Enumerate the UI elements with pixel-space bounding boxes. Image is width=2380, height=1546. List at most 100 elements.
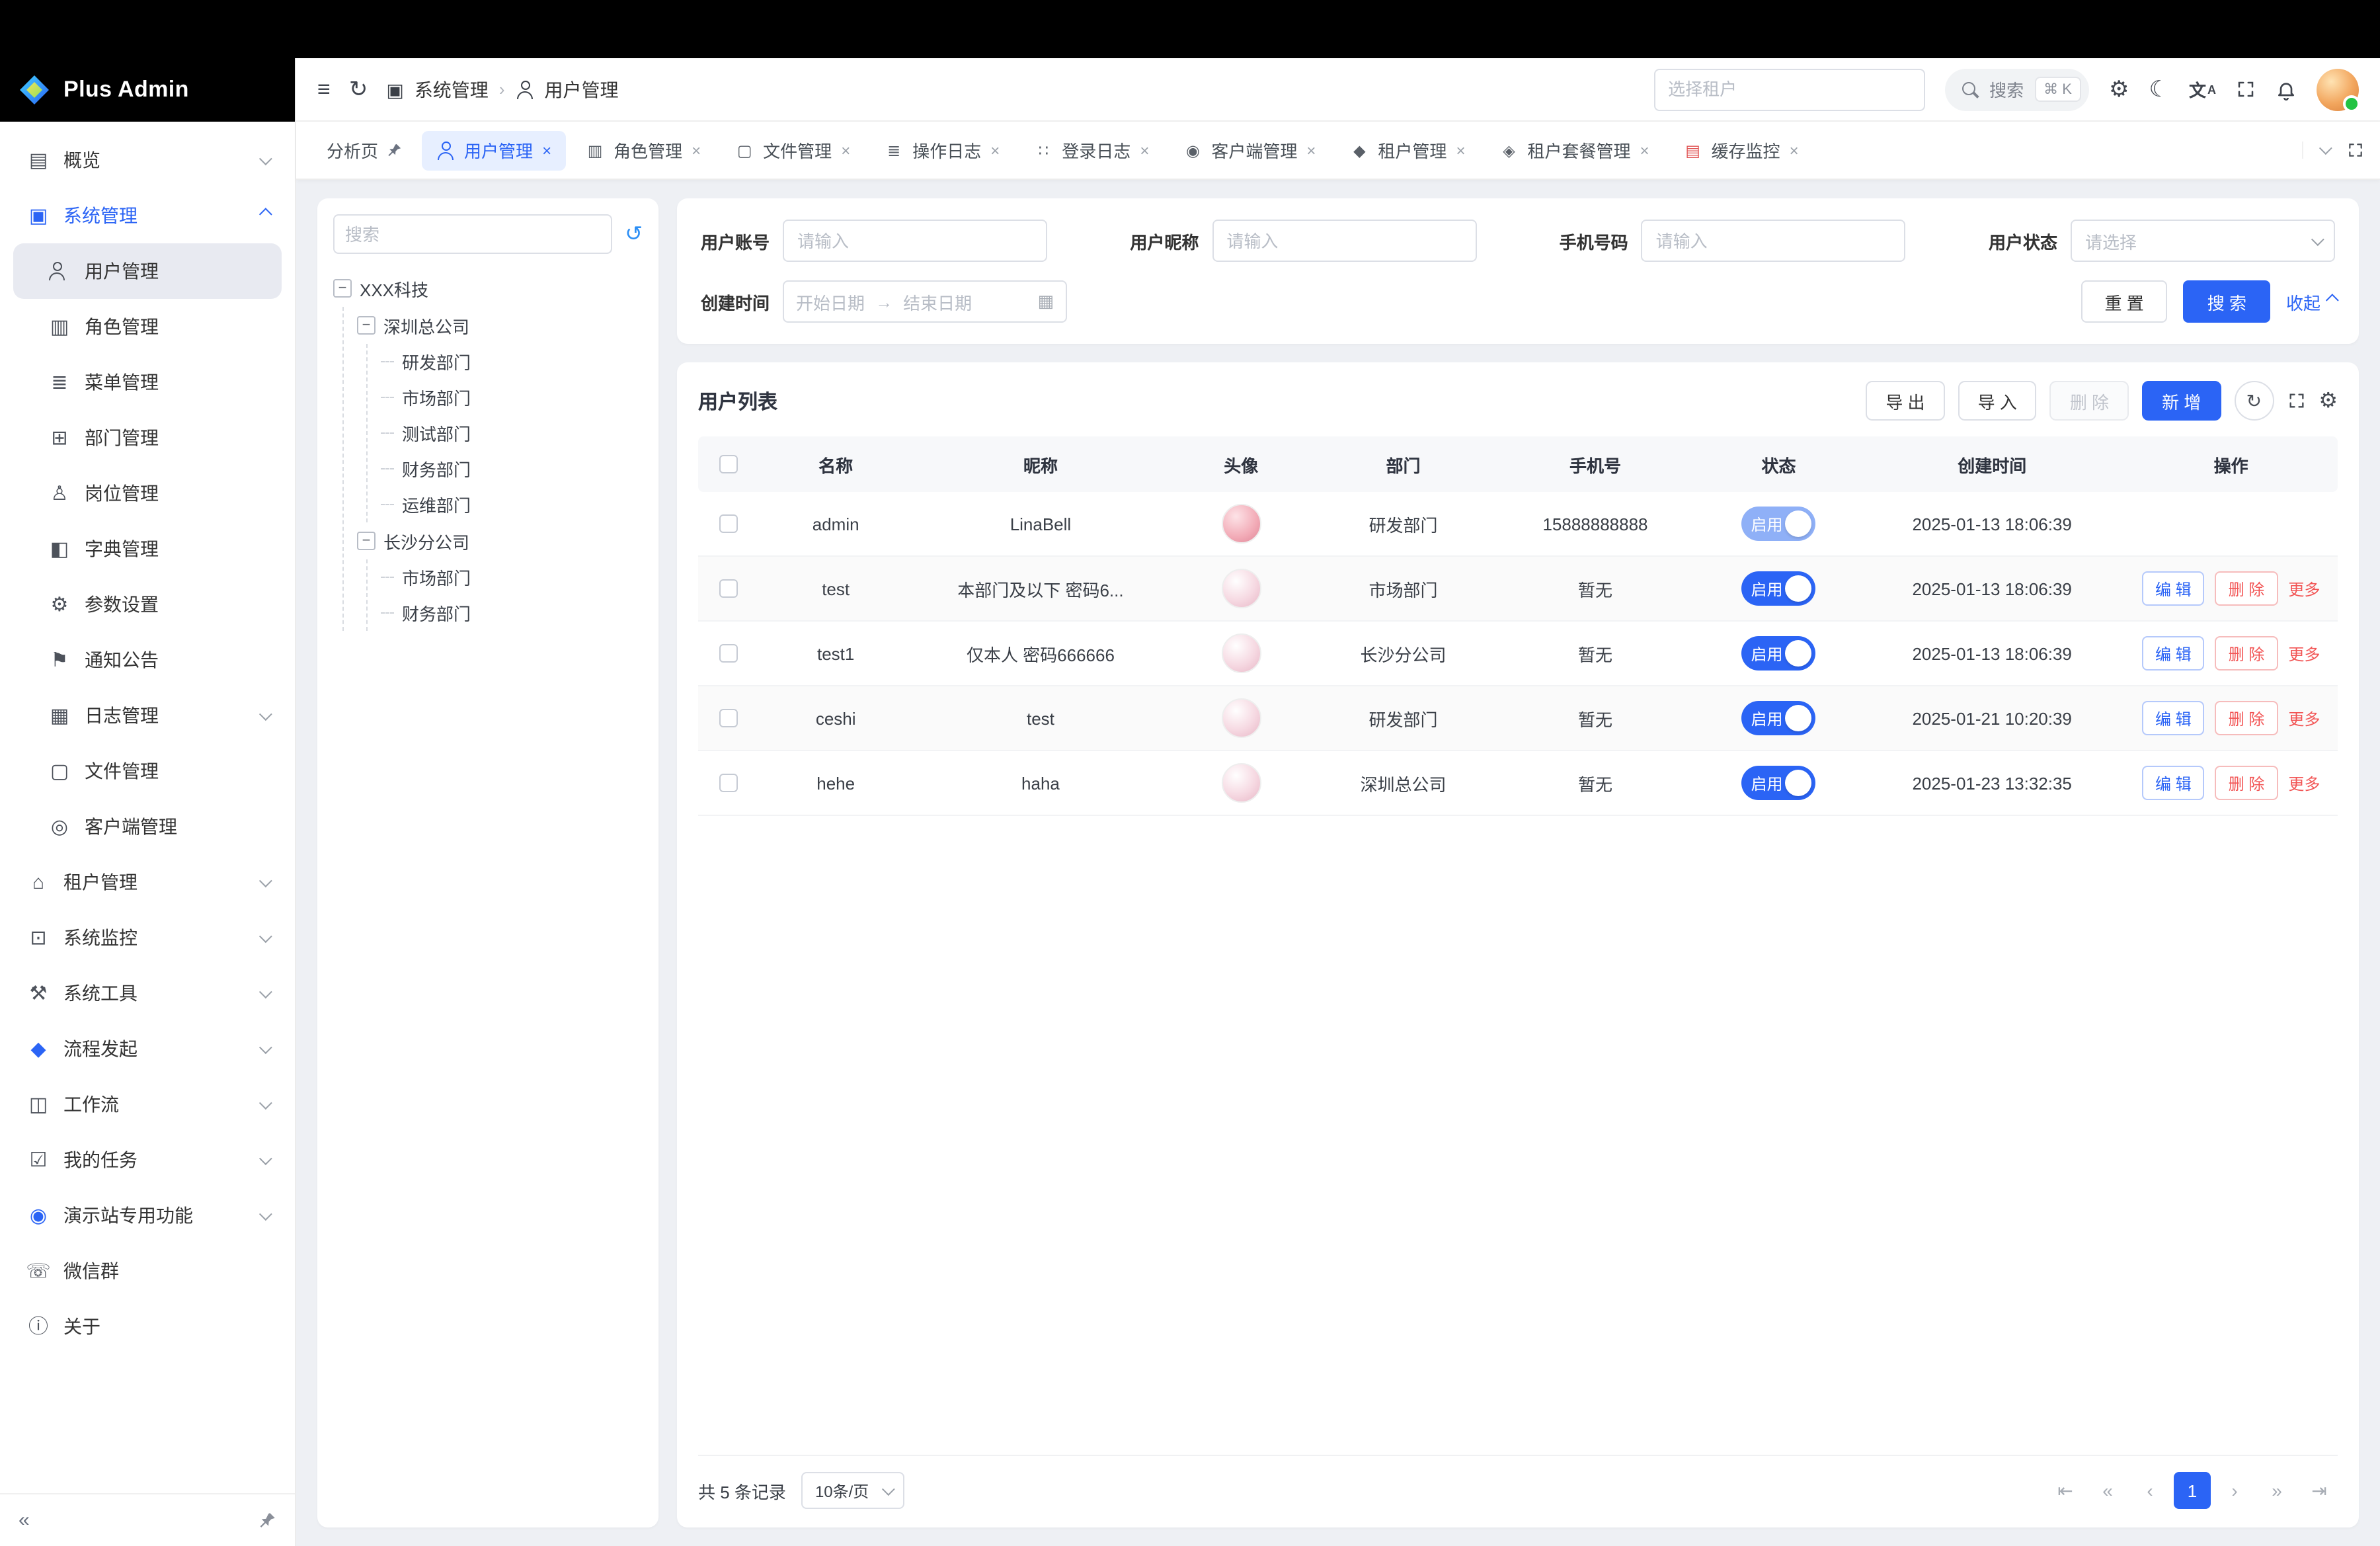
delete-button[interactable]: 删 除 <box>2215 636 2278 671</box>
delete-button[interactable]: 删 除 <box>2215 766 2278 800</box>
search-button[interactable]: 搜 索 <box>2184 280 2270 323</box>
edit-button[interactable]: 编 辑 <box>2142 636 2205 671</box>
more-link[interactable]: 更多 <box>2288 577 2320 600</box>
user-status-select[interactable]: 请选择 <box>2071 220 2335 262</box>
sidebar-item-log-management[interactable]: 日志管理 <box>13 688 282 743</box>
status-toggle[interactable]: 启用 <box>1742 507 1816 541</box>
tree-collapse-icon[interactable]: − <box>357 532 376 550</box>
tree-node-department[interactable]: 市场部门 <box>381 380 643 415</box>
tab-role-management[interactable]: 角色管理 × <box>571 130 715 170</box>
close-icon[interactable]: × <box>1140 141 1149 159</box>
tree-node-department[interactable]: 财务部门 <box>381 595 643 631</box>
fullscreen-icon[interactable] <box>2236 79 2256 99</box>
sidebar-item-wechat-group[interactable]: 微信群 <box>13 1243 282 1299</box>
delete-button[interactable]: 删 除 <box>2215 701 2278 735</box>
tree-node-root[interactable]: − XXX科技 <box>333 270 643 307</box>
tenant-select-input[interactable] <box>1653 68 1924 110</box>
row-checkbox[interactable] <box>719 774 738 792</box>
more-link[interactable]: 更多 <box>2288 642 2320 665</box>
tree-node-department[interactable]: 研发部门 <box>381 344 643 380</box>
breadcrumb-item-system[interactable]: 系统管理 <box>415 76 489 102</box>
pager-prev-button[interactable]: ‹ <box>2131 1472 2168 1509</box>
tree-refresh-icon[interactable]: ↺ <box>625 221 643 247</box>
status-toggle[interactable]: 启用 <box>1742 571 1816 606</box>
sidebar-item-tenant-management[interactable]: 租户管理 <box>13 854 282 910</box>
sidebar-item-system-monitor[interactable]: 系统监控 <box>13 910 282 965</box>
collapse-sidebar-icon[interactable]: « <box>19 1509 30 1531</box>
table-refresh-icon[interactable]: ↻ <box>2234 381 2274 421</box>
hamburger-icon[interactable]: ≡ <box>317 76 331 102</box>
collapse-filters-link[interactable]: 收起 <box>2286 289 2335 314</box>
sidebar-item-demo-features[interactable]: 演示站专用功能 <box>13 1188 282 1243</box>
delete-button[interactable]: 删 除 <box>2215 571 2278 606</box>
user-account-input[interactable] <box>783 220 1047 262</box>
status-toggle[interactable]: 启用 <box>1742 766 1816 800</box>
tree-collapse-icon[interactable]: − <box>333 279 352 298</box>
sidebar-item-about[interactable]: 关于 <box>13 1299 282 1354</box>
global-search[interactable]: 搜索 ⌘ K <box>1944 68 2089 110</box>
row-checkbox[interactable] <box>719 579 738 598</box>
created-time-range-picker[interactable]: 开始日期 → 结束日期 ▦ <box>783 280 1067 323</box>
tab-client-management[interactable]: 客户端管理 × <box>1169 130 1330 170</box>
row-checkbox[interactable] <box>719 709 738 727</box>
pager-page-1[interactable]: 1 <box>2174 1472 2211 1509</box>
notification-bell-icon[interactable] <box>2276 79 2297 100</box>
settings-gear-icon[interactable]: ⚙ <box>2109 76 2129 102</box>
app-logo-row[interactable]: Plus Admin <box>0 58 295 122</box>
close-icon[interactable]: × <box>692 141 701 159</box>
tab-operation-log[interactable]: 操作日志 × <box>870 130 1014 170</box>
status-toggle[interactable]: 启用 <box>1742 701 1816 735</box>
sidebar-item-user-management[interactable]: 用户管理 <box>13 243 282 299</box>
tab-tenant-management[interactable]: 租户管理 × <box>1335 130 1480 170</box>
sidebar-item-announcements[interactable]: 通知公告 <box>13 632 282 688</box>
close-icon[interactable]: × <box>841 141 850 159</box>
more-link[interactable]: 更多 <box>2288 707 2320 729</box>
tabs-dropdown-icon[interactable] <box>2319 145 2328 155</box>
row-checkbox[interactable] <box>719 514 738 533</box>
user-nickname-input[interactable] <box>1212 220 1476 262</box>
sidebar-item-client-management[interactable]: 客户端管理 <box>13 799 282 854</box>
tree-search-input[interactable] <box>333 214 612 254</box>
pager-last-button[interactable]: ⇥ <box>2301 1472 2338 1509</box>
export-button[interactable]: 导 出 <box>1866 381 1944 421</box>
reset-button[interactable]: 重 置 <box>2081 280 2167 323</box>
sidebar-item-file-management[interactable]: 文件管理 <box>13 743 282 799</box>
select-all-checkbox[interactable] <box>719 455 738 473</box>
edit-button[interactable]: 编 辑 <box>2142 571 2205 606</box>
sidebar-item-system-tools[interactable]: 系统工具 <box>13 965 282 1021</box>
tab-tenant-package-management[interactable]: 租户套餐管理 × <box>1485 130 1663 170</box>
tab-cache-monitor[interactable]: 缓存监控 × <box>1669 130 1813 170</box>
tab-analysis-page[interactable]: 分析页 <box>312 130 416 170</box>
edit-button[interactable]: 编 辑 <box>2142 701 2205 735</box>
tree-node-company[interactable]: − 长沙分公司 <box>357 522 643 559</box>
sidebar-item-post-management[interactable]: 岗位管理 <box>13 466 282 521</box>
add-button[interactable]: 新 增 <box>2142 381 2221 421</box>
pager-first-button[interactable]: ⇤ <box>2047 1472 2084 1509</box>
tree-collapse-icon[interactable]: − <box>357 316 376 335</box>
edit-button[interactable]: 编 辑 <box>2142 766 2205 800</box>
sidebar-item-my-tasks[interactable]: 我的任务 <box>13 1132 282 1188</box>
page-size-select[interactable]: 10条/页 <box>802 1472 904 1509</box>
tab-login-log[interactable]: 登录日志 × <box>1019 130 1164 170</box>
tree-node-department[interactable]: 财务部门 <box>381 451 643 487</box>
close-icon[interactable]: × <box>1790 141 1799 159</box>
pager-fast-next-button[interactable]: » <box>2258 1472 2295 1509</box>
sidebar-item-parameter-settings[interactable]: 参数设置 <box>13 577 282 632</box>
sidebar-item-overview[interactable]: 概览 <box>13 132 282 188</box>
close-icon[interactable]: × <box>542 141 551 159</box>
close-icon[interactable]: × <box>1306 141 1316 159</box>
row-checkbox[interactable] <box>719 644 738 663</box>
table-fullscreen-icon[interactable] <box>2287 391 2305 410</box>
close-icon[interactable]: × <box>1456 141 1465 159</box>
sidebar-item-process-initiation[interactable]: 流程发起 <box>13 1021 282 1077</box>
phone-number-input[interactable] <box>1642 220 1906 262</box>
sidebar-item-role-management[interactable]: 角色管理 <box>13 299 282 354</box>
table-settings-icon[interactable]: ⚙ <box>2319 387 2338 414</box>
tab-file-management[interactable]: 文件管理 × <box>721 130 865 170</box>
more-link[interactable]: 更多 <box>2288 772 2320 794</box>
refresh-icon[interactable]: ↻ <box>349 76 368 102</box>
sidebar-item-department-management[interactable]: 部门管理 <box>13 410 282 466</box>
pager-fast-prev-button[interactable]: « <box>2089 1472 2126 1509</box>
translate-icon[interactable] <box>2189 77 2216 102</box>
close-icon[interactable]: × <box>1640 141 1649 159</box>
